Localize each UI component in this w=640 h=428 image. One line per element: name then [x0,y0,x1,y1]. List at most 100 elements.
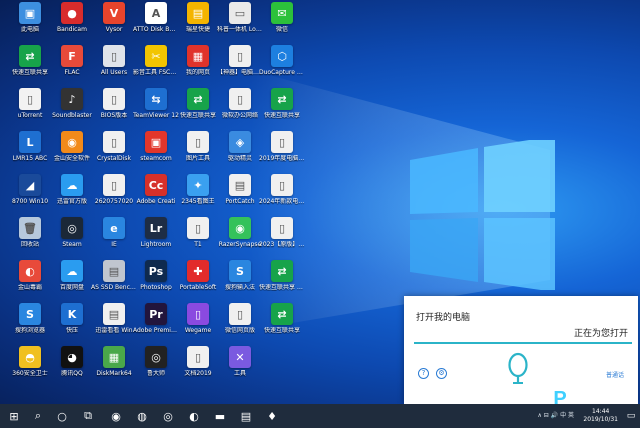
app-icon: ▯ [271,217,293,239]
windows-logo [410,140,555,290]
help-icon[interactable]: ? [418,368,429,379]
app-icon: A [145,2,167,24]
desktop-icon-label: 搜狗输入法 [224,284,255,291]
app-icon: ✦ [187,174,209,196]
app-icon: ▤ [187,2,209,24]
taskbar-app[interactable]: ◎ [158,407,178,425]
app-icon: ▣ [145,131,167,153]
desktop-icon-label: steamcom [140,155,172,162]
desktop-icon[interactable]: ◕ 腾讯QQ [50,346,94,396]
app-icon: ✕ [229,346,251,368]
watermark-p: P [553,388,567,404]
search-icon[interactable]: ⌕ [28,407,48,425]
app-icon: ◐ [19,260,41,282]
cortana-response: 正在为您打开 [573,329,628,339]
desktop-icon-label: 瑞星快捷 [185,26,210,33]
task-view-icon[interactable]: ⧉ [78,407,98,425]
app-icon: ▯ [103,88,125,110]
desktop-icon-label: 8700 Win10 [11,198,49,205]
desktop-icon-label: 搜狗浏览器 [14,327,45,334]
desktop-icon-label: Wegame [184,327,212,334]
desktop-icon-label: 2023【原版】工作台 [259,241,305,248]
clock-time: 14:44 [592,408,610,415]
desktop-icon-label: 快速互联共享 [263,327,300,334]
app-icon: ▣ [19,2,41,24]
app-icon: ▭ [229,2,251,24]
desktop-icon[interactable]: ◎ 鲁大师 [134,346,178,396]
desktop-icon[interactable]: ✕ 工具 [218,346,262,396]
desktop-icon-label: 驱动精灵 [227,155,252,162]
cortana-icon[interactable]: ○ [52,407,72,425]
desktop-icon-label: 迅雷看看 Win [95,327,133,334]
app-icon: ☁ [61,174,83,196]
taskbar-app[interactable]: ▤ [236,407,256,425]
desktop-icon[interactable]: ◓ 360安全卫士 [8,346,52,396]
desktop-icon[interactable]: ⇄ 快速互联共享 [260,303,304,353]
app-icon: ▯ [187,131,209,153]
desktop-icon-label: 图片工具 [185,155,210,162]
taskbar-app[interactable]: ▬ [210,407,230,425]
app-icon: ✉ [271,2,293,24]
app-icon: Lr [145,217,167,239]
desktop-icon-label: Lightroom [140,241,172,248]
app-icon: ⬡ [271,45,293,67]
desktop-icon-label: 快速互联共享 [263,112,300,119]
app-icon: Ps [145,260,167,282]
desktop-icon-label: 2620757020 [94,198,134,205]
desktop-icon-label: Steam [62,241,82,248]
desktop-icon-label: LMR15 ABC [12,155,48,162]
desktop-icon-label: PortableSoft [179,284,217,291]
desktop-icon-label: RazerSynapse [218,241,262,248]
desktop-icon[interactable]: ▦ DiskMark64 [92,346,136,396]
clock[interactable]: 14:44 2019/10/31 [583,408,618,424]
desktop-icon-label: 工具 [233,370,246,377]
taskbar-app[interactable]: ◍ [132,407,152,425]
desktop-icon-label: FLAC [64,69,80,76]
desktop-icon-label: 微软办公网络 [221,112,258,119]
desktop-icon-label: 快速互联共享 [11,69,48,76]
app-icon: ◓ [19,346,41,368]
desktop-icon-label: Vysor [105,26,123,33]
app-icon: ⇄ [187,88,209,110]
desktop-icon-label: 百度网盘 [59,284,84,291]
desktop-icon-label: 金山毒霸 [17,284,42,291]
start-button[interactable]: ⊞ [4,407,24,425]
desktop-icons: ▣ 此电脑 ● Bandicam V Vysor A ATTO Disk Benchmark ▤… [0,0,320,404]
language-link[interactable]: 普通话 [606,370,624,379]
app-icon: ▯ [187,346,209,368]
app-icon: L [19,131,41,153]
desktop-icon-label: All Users [100,69,128,76]
app-icon: ▯ [103,131,125,153]
watermark-rest: Conline [566,388,636,404]
taskbar-app[interactable]: ♦ [262,407,282,425]
desktop-icon-label: TeamViewer 12 [133,112,179,119]
cortana-mic-icon[interactable] [506,352,530,386]
app-icon: ▯ [19,88,41,110]
notification-icon[interactable]: ▭ [624,407,638,425]
desktop-icon-label: Adobe Premiere [133,327,179,334]
settings-icon[interactable]: ⚙ [436,368,447,379]
system-tray[interactable]: ∧ ⊟ 🔊 中 英 [537,410,574,419]
desktop-icon-label: Soundblaster [52,112,92,119]
app-icon: ▯ [187,217,209,239]
desktop-icon-label: IE [111,241,117,248]
app-icon: ● [61,2,83,24]
app-icon: ⇄ [19,45,41,67]
pconline-watermark: PConline [553,388,636,404]
desktop-icon-label: 2345看图王 [181,198,215,205]
desktop-icon-label: AS SSD Benchmark [91,284,137,291]
desktop-icon-label: BIOS版本 [100,112,128,119]
desktop-icon-label: uTorrent [17,112,43,119]
taskbar-app[interactable]: ◉ [106,407,126,425]
app-icon: e [103,217,125,239]
taskbar-app[interactable]: ◐ [184,407,204,425]
desktop-icon-label: DiskMark64 [96,370,132,377]
app-icon: ♪ [61,88,83,110]
app-icon: ◈ [229,131,251,153]
app-icon: ▦ [187,45,209,67]
desktop-icon[interactable]: ▯ 文档2019 [176,346,220,396]
desktop-icon-label: 金山安全软件 [53,155,90,162]
app-icon: ⇄ [271,260,293,282]
app-icon: ✂ [145,45,167,67]
desktop-icon-label: 文档2019 [184,370,212,377]
